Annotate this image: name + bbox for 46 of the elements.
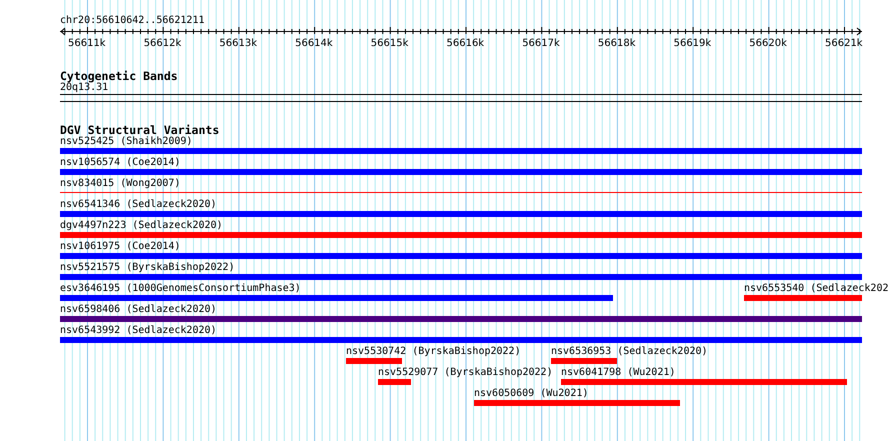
variant-label: nsv6536953 (Sedlazeck2020) xyxy=(551,346,708,357)
location-label: chr20:56610642..56621211 xyxy=(60,15,204,27)
track-title: Cytogenetic Bands xyxy=(60,70,178,82)
ruler-tick-label: 56615k xyxy=(370,38,408,49)
variant-label: nsv6543992 (Sedlazeck2020) xyxy=(60,325,217,336)
ruler-tick-label: 56617k xyxy=(522,38,560,49)
ruler-tick-label: 56613k xyxy=(219,38,257,49)
variant-bar[interactable] xyxy=(60,316,862,322)
variant-label: nsv1061975 (Coe2014) xyxy=(60,241,180,252)
variant-bar[interactable] xyxy=(551,358,617,364)
variant-label: nsv6598406 (Sedlazeck2020) xyxy=(60,304,217,315)
variant-bar[interactable] xyxy=(60,253,862,259)
variant-label: nsv6553540 (Sedlazeck202 xyxy=(744,283,888,294)
variant-bar[interactable] xyxy=(744,295,862,301)
variant-bar[interactable] xyxy=(60,295,613,301)
variant-label: nsv525425 (Shaikh2009) xyxy=(60,136,192,147)
ruler-tick-label: 56620k xyxy=(749,38,787,49)
variant-bar[interactable] xyxy=(60,274,862,280)
variant-bar[interactable] xyxy=(474,400,680,406)
track-title: DGV Structural Variants xyxy=(60,124,220,136)
ruler-tick-label: 56614k xyxy=(295,38,333,49)
variant-label: esv3646195 (1000GenomesConsortiumPhase3) xyxy=(60,283,301,294)
ruler-tick-label: 56616k xyxy=(446,38,484,49)
variant-bar[interactable] xyxy=(60,211,862,217)
variant-label: nsv834015 (Wong2007) xyxy=(60,178,180,189)
variant-label: nsv6541346 (Sedlazeck2020) xyxy=(60,199,217,210)
variant-bar[interactable] xyxy=(60,337,862,343)
variant-bar[interactable] xyxy=(378,379,411,385)
variant-bar[interactable] xyxy=(60,232,862,238)
ruler-tick-label: 56618k xyxy=(598,38,636,49)
variant-label: dgv4497n223 (Sedlazeck2020) xyxy=(60,220,223,231)
variant-bar[interactable] xyxy=(561,379,847,385)
variant-label: nsv6041798 (Wu2021) xyxy=(561,367,676,378)
variant-label: nsv1056574 (Coe2014) xyxy=(60,157,180,168)
variant-bar[interactable] xyxy=(60,148,862,154)
variant-label: nsv5529077 (ByrskaBishop2022) xyxy=(378,367,553,378)
band-label: 20q13.31 xyxy=(60,82,108,94)
ruler-tick-label: 56621k xyxy=(825,38,863,49)
variant-label: nsv5521575 (ByrskaBishop2022) xyxy=(60,262,235,273)
ruler-tick-label: 56611k xyxy=(68,38,106,49)
ruler-tick-label: 56612k xyxy=(144,38,182,49)
variant-label: nsv5530742 (ByrskaBishop2022) xyxy=(346,346,521,357)
variant-label: nsv6050609 (Wu2021) xyxy=(474,388,588,399)
variant-bar[interactable] xyxy=(60,169,862,175)
ruler-tick-label: 56619k xyxy=(674,38,712,49)
variant-bar[interactable] xyxy=(346,358,402,364)
